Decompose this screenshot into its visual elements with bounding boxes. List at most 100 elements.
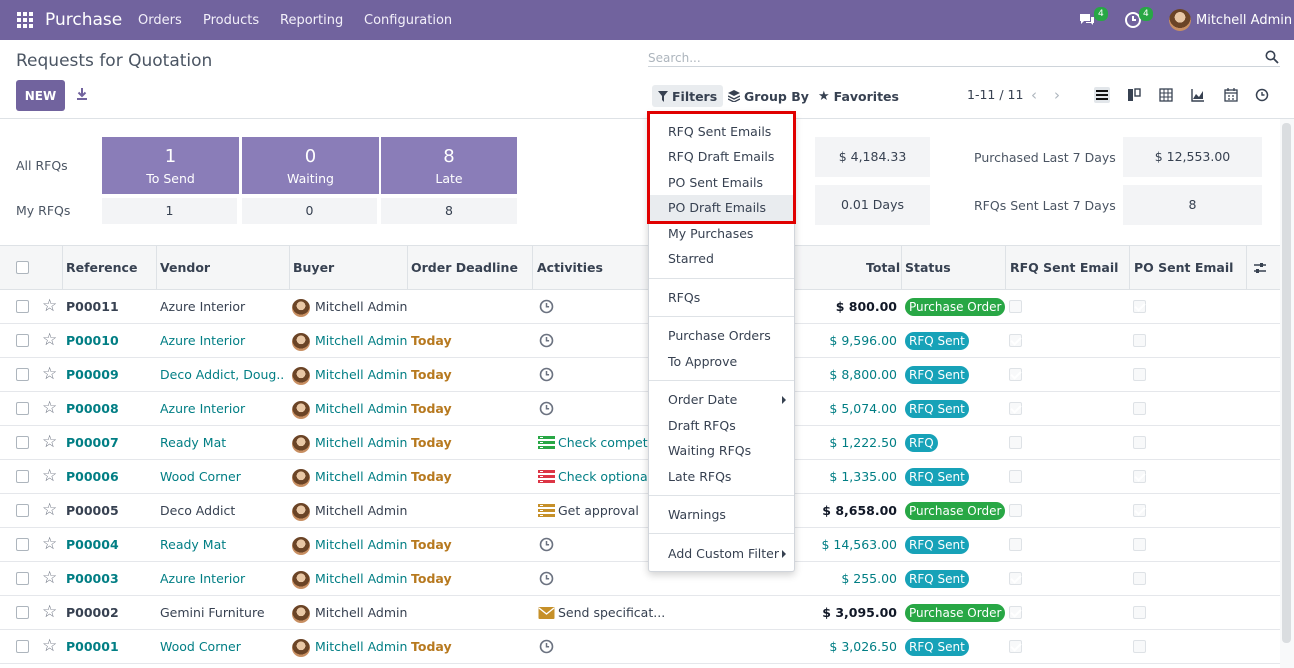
row-vendor[interactable]: Azure Interior: [160, 299, 284, 314]
new-button[interactable]: NEW: [16, 80, 65, 111]
row-buyer[interactable]: Mitchell Admin: [315, 503, 407, 518]
favorite-star-icon[interactable]: ☆: [42, 466, 57, 486]
activity-view-icon[interactable]: [1254, 87, 1270, 103]
filter-warnings[interactable]: Warnings: [649, 502, 794, 528]
row-vendor[interactable]: Ready Mat: [160, 435, 284, 450]
filter-add-custom[interactable]: Add Custom Filter: [649, 541, 794, 567]
col-order-deadline[interactable]: Order Deadline: [411, 260, 518, 275]
favorites-button[interactable]: ★ Favorites: [818, 85, 899, 107]
user-avatar[interactable]: [1169, 9, 1191, 31]
row-reference[interactable]: P00004: [66, 537, 119, 552]
filter-rfqs[interactable]: RFQs: [649, 285, 794, 311]
row-reference[interactable]: P00001: [66, 639, 119, 654]
favorite-star-icon[interactable]: ☆: [42, 500, 57, 520]
row-vendor[interactable]: Wood Corner: [160, 469, 284, 484]
row-buyer[interactable]: Mitchell Admin: [315, 639, 407, 654]
favorite-star-icon[interactable]: ☆: [42, 364, 57, 384]
table-row[interactable]: ☆ P00010 Azure Interior Mitchell Admin Today…: [0, 324, 1280, 358]
pivot-view-icon[interactable]: [1158, 87, 1174, 103]
favorite-star-icon[interactable]: ☆: [42, 636, 57, 656]
row-activity-summary[interactable]: Get approval: [558, 503, 639, 518]
row-vendor[interactable]: Deco Addict, Doug...: [160, 367, 284, 382]
filter-rfq-draft-emails[interactable]: RFQ Draft Emails: [649, 144, 794, 170]
table-row[interactable]: ☆ P00003 Azure Interior Mitchell Admin Today…: [0, 562, 1280, 596]
row-checkbox[interactable]: [16, 368, 29, 381]
favorite-star-icon[interactable]: ☆: [42, 330, 57, 350]
table-row[interactable]: ☆ P00011 Azure Interior Mitchell Admin $ 800…: [0, 290, 1280, 324]
scrollbar[interactable]: [1280, 119, 1294, 668]
row-checkbox[interactable]: [16, 640, 29, 653]
row-reference[interactable]: P00009: [66, 367, 119, 382]
download-icon[interactable]: [76, 87, 88, 101]
filter-starred[interactable]: Starred: [649, 246, 794, 272]
favorite-star-icon[interactable]: ☆: [42, 432, 57, 452]
row-vendor[interactable]: Deco Addict: [160, 503, 284, 518]
calendar-view-icon[interactable]: [1223, 87, 1239, 103]
favorite-star-icon[interactable]: ☆: [42, 602, 57, 622]
my-waiting[interactable]: 0: [242, 198, 377, 224]
favorite-star-icon[interactable]: ☆: [42, 296, 57, 316]
optional-columns-icon[interactable]: [1253, 261, 1267, 275]
row-reference[interactable]: P00008: [66, 401, 119, 416]
filter-rfq-sent-emails[interactable]: RFQ Sent Emails: [649, 119, 794, 145]
activity-todo-icon[interactable]: [538, 470, 555, 484]
activity-clock-icon[interactable]: [539, 571, 554, 586]
row-reference[interactable]: P00005: [66, 503, 119, 518]
filter-my-purchases[interactable]: My Purchases: [649, 221, 794, 247]
activity-clock-icon[interactable]: [539, 299, 554, 314]
row-buyer[interactable]: Mitchell Admin: [315, 367, 407, 382]
scrollbar-thumb[interactable]: [1282, 123, 1291, 643]
row-buyer[interactable]: Mitchell Admin: [315, 435, 407, 450]
filter-purchase-orders[interactable]: Purchase Orders: [649, 323, 794, 349]
row-reference[interactable]: P00011: [66, 299, 119, 314]
groupby-button[interactable]: Group By: [728, 85, 809, 107]
row-buyer[interactable]: Mitchell Admin: [315, 401, 407, 416]
pager-prev-icon[interactable]: ‹: [1031, 86, 1037, 104]
tile-to-send[interactable]: 1 To Send: [102, 137, 239, 194]
list-view-icon[interactable]: [1094, 87, 1110, 103]
col-buyer[interactable]: Buyer: [293, 260, 334, 275]
col-po-sent-email[interactable]: PO Sent Email: [1134, 260, 1233, 275]
table-row[interactable]: ☆ P00007 Ready Mat Mitchell Admin Today Check…: [0, 426, 1280, 460]
col-activities[interactable]: Activities: [537, 260, 603, 275]
table-row[interactable]: ☆ P00006 Wood Corner Mitchell Admin Today Che…: [0, 460, 1280, 494]
menu-products[interactable]: Products: [203, 13, 259, 28]
row-checkbox[interactable]: [16, 334, 29, 347]
row-checkbox[interactable]: [16, 606, 29, 619]
row-reference[interactable]: P00002: [66, 605, 119, 620]
activity-todo-icon[interactable]: [538, 504, 555, 518]
menu-orders[interactable]: Orders: [138, 13, 182, 28]
col-vendor[interactable]: Vendor: [160, 260, 210, 275]
row-vendor[interactable]: Azure Interior: [160, 401, 284, 416]
col-status[interactable]: Status: [905, 260, 951, 275]
filter-late-rfqs[interactable]: Late RFQs: [649, 464, 794, 490]
search-icon[interactable]: [1265, 50, 1279, 64]
row-reference[interactable]: P00010: [66, 333, 119, 348]
col-total[interactable]: Total: [866, 260, 900, 275]
search-input[interactable]: [648, 49, 1280, 67]
row-activity-summary[interactable]: Send specificat...: [558, 605, 665, 620]
row-checkbox[interactable]: [16, 538, 29, 551]
tile-late[interactable]: 8 Late: [381, 137, 517, 194]
table-row[interactable]: ☆ P00001 Wood Corner Mitchell Admin Today $ 3…: [0, 630, 1280, 664]
app-brand[interactable]: Purchase: [45, 10, 122, 30]
row-checkbox[interactable]: [16, 402, 29, 415]
row-vendor[interactable]: Wood Corner: [160, 639, 284, 654]
menu-reporting[interactable]: Reporting: [280, 13, 343, 28]
activity-todo-icon[interactable]: [538, 436, 555, 450]
filter-order-date[interactable]: Order Date: [649, 387, 794, 413]
filter-po-sent-emails[interactable]: PO Sent Emails: [649, 170, 794, 196]
col-rfq-sent-email[interactable]: RFQ Sent Email: [1010, 260, 1118, 275]
my-to-send[interactable]: 1: [102, 198, 237, 224]
row-buyer[interactable]: Mitchell Admin: [315, 333, 407, 348]
select-all-checkbox[interactable]: [16, 261, 29, 274]
row-checkbox[interactable]: [16, 470, 29, 483]
col-reference[interactable]: Reference: [66, 260, 137, 275]
favorite-star-icon[interactable]: ☆: [42, 568, 57, 588]
row-checkbox[interactable]: [16, 300, 29, 313]
pager-value[interactable]: 1-11 / 11: [967, 87, 1023, 102]
kanban-view-icon[interactable]: [1126, 87, 1142, 103]
row-vendor[interactable]: Gemini Furniture: [160, 605, 284, 620]
row-vendor[interactable]: Azure Interior: [160, 571, 284, 586]
row-buyer[interactable]: Mitchell Admin: [315, 469, 407, 484]
